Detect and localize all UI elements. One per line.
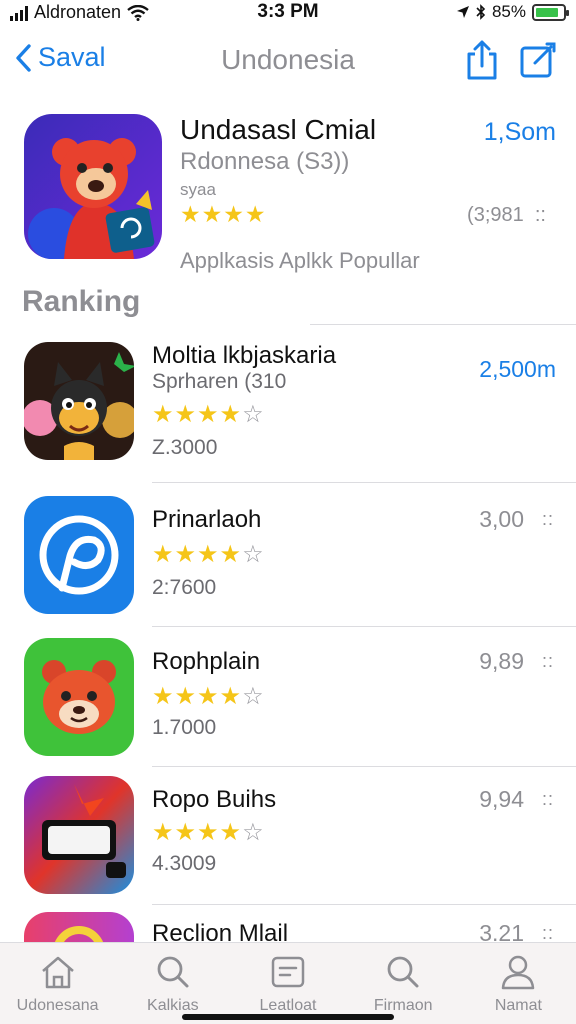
star-rating: ★★★★☆ <box>152 682 265 711</box>
tab-leatloat[interactable]: Leatloat <box>230 943 345 1024</box>
tab-label: Kalkias <box>147 997 199 1014</box>
app-name: Prinarlaoh <box>152 506 262 533</box>
search-icon <box>387 956 419 988</box>
section-title-ranking: Ranking <box>22 285 141 318</box>
tab-label: Firmaon <box>373 997 433 1014</box>
ranking-row[interactable]: Reclion Mlail 3.21 :: <box>0 912 576 942</box>
battery-icon <box>532 3 569 21</box>
star-filled-icon: ★ <box>174 683 198 710</box>
price-button[interactable]: 3,00 <box>479 506 524 533</box>
star-filled-icon: ★ <box>197 541 220 568</box>
ranking-row[interactable]: Prinarlaoh ★★★★☆ 2:7600 3,00 :: <box>0 496 576 636</box>
star-rating: ★★★★☆ <box>152 540 265 569</box>
rating-count: 2:7600 <box>152 576 217 599</box>
pinwheel-icon <box>24 496 134 614</box>
star-filled-icon: ★ <box>197 401 220 428</box>
star-filled-icon: ★ <box>219 819 243 846</box>
tab-bar: Udonesana Kalkias Leatloat Firmaon Namat <box>0 942 576 1024</box>
app-name: Moltia lkbjaskaria <box>152 342 337 369</box>
rating-count: 1.7000 <box>152 716 217 739</box>
person-icon <box>502 955 535 990</box>
star-filled-icon: ★ <box>152 819 175 846</box>
home-icon <box>41 956 74 989</box>
price-button[interactable]: 2,500m <box>479 356 556 383</box>
divider <box>152 904 576 905</box>
status-right: 85% <box>456 2 569 22</box>
star-rating: ★★★★☆ <box>152 818 265 847</box>
featured-tagline: Applkasis Aplkk Popullar <box>180 248 420 273</box>
tab-home[interactable]: Udonesana <box>0 943 115 1024</box>
location-icon <box>456 6 469 18</box>
star-filled-icon: ★ <box>219 683 243 710</box>
tab-firmaon[interactable]: Firmaon <box>346 943 461 1024</box>
divider <box>152 482 576 483</box>
rating-count: Z.3000 <box>152 436 218 459</box>
list-icon <box>271 956 305 988</box>
tab-label: Leatloat <box>259 997 317 1014</box>
app-name: Rophplain <box>152 648 261 675</box>
more-icon[interactable]: :: <box>542 789 554 810</box>
featured-app-icon[interactable] <box>24 114 162 259</box>
star-filled-icon: ★ <box>152 683 175 710</box>
star-empty-icon: ☆ <box>242 541 265 568</box>
star-filled-icon: ★ <box>219 401 243 428</box>
app-name: Reclion Mlail <box>152 920 289 942</box>
star-filled-icon: ★ <box>152 401 175 428</box>
camera-icon <box>24 912 134 942</box>
featured-star-rating: ★★★★ <box>180 201 267 227</box>
ranking-row[interactable]: Moltia lkbjaskaria Sprharen (310 ★★★★☆ Z… <box>0 342 576 482</box>
bear-icon <box>24 638 134 756</box>
star-empty-icon: ☆ <box>242 819 265 846</box>
divider <box>152 766 576 767</box>
price-button[interactable]: 9,94 <box>479 786 524 813</box>
featured-app-subtitle: Rdonnesa (S3)) <box>180 148 350 175</box>
tab-namat[interactable]: Namat <box>461 943 576 1024</box>
star-filled-icon: ★ <box>174 541 198 568</box>
star-filled-icon: ★ <box>152 541 175 568</box>
app-subtitle: Sprharen (310 <box>152 370 287 393</box>
featured-app-name[interactable]: Undasasl Cmial <box>180 114 376 146</box>
ranking-row[interactable]: Ropo Buihs ★★★★☆ 4.3009 9,94 :: <box>0 776 576 916</box>
star-filled-icon: ★ <box>174 819 198 846</box>
edit-button[interactable] <box>518 38 558 82</box>
status-bar: Aldronaten 3:3 PM 85% <box>0 0 576 26</box>
star-filled-icon: ★ <box>197 819 220 846</box>
featured-app-label: syaa <box>180 180 216 199</box>
more-icon[interactable]: :: <box>542 509 554 530</box>
price-button[interactable]: 3.21 <box>479 920 524 942</box>
share-icon <box>467 40 497 80</box>
featured-rating-count: (3;981 :: <box>467 204 546 226</box>
star-empty-icon: ☆ <box>242 683 265 710</box>
app-name: Ropo Buihs <box>152 786 277 813</box>
divider <box>152 626 576 627</box>
bluetooth-icon <box>476 4 486 20</box>
price-button[interactable]: 9,89 <box>479 648 524 675</box>
share-button[interactable] <box>462 38 502 82</box>
divider <box>310 324 576 325</box>
star-filled-icon: ★ <box>174 401 198 428</box>
rating-count: 4.3009 <box>152 852 217 875</box>
party-animals-icon <box>24 342 134 460</box>
edit-icon <box>520 42 556 78</box>
battery-percent: 85% <box>491 2 526 21</box>
tab-label: Udonesana <box>16 997 99 1014</box>
home-indicator <box>182 1014 394 1020</box>
star-filled-icon: ★ <box>219 541 243 568</box>
star-empty-icon: ☆ <box>242 401 265 428</box>
ranking-row[interactable]: Rophplain ★★★★☆ 1.7000 9,89 :: <box>0 638 576 778</box>
tab-kalkias[interactable]: Kalkias <box>115 943 230 1024</box>
star-rating: ★★★★☆ <box>152 400 265 429</box>
search-icon <box>157 956 189 988</box>
tab-label: Namat <box>494 997 542 1014</box>
more-icon[interactable]: :: <box>542 923 554 942</box>
nav-bar: Saval Undonesia <box>0 30 576 94</box>
star-filled-icon: ★ <box>197 683 220 710</box>
featured-price-button[interactable]: 1,Som <box>484 118 556 147</box>
logo-game-icon <box>24 776 134 894</box>
more-icon[interactable]: :: <box>542 651 554 672</box>
